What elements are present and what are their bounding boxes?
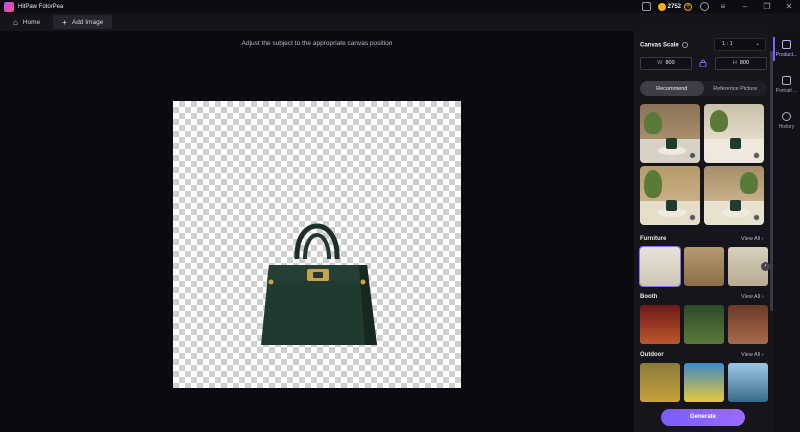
- tab-add-image-label: Add Image: [71, 18, 104, 26]
- outdoor-thumb-3[interactable]: [728, 363, 768, 402]
- recommend-thumb-2[interactable]: [704, 104, 764, 163]
- rail-item-history[interactable]: History: [773, 103, 800, 139]
- title-bar-right: 2752 + ≡ – ❐ ✕: [639, 0, 800, 13]
- coin-icon: [657, 2, 666, 11]
- rail-item-product[interactable]: Product...: [773, 31, 800, 67]
- recommend-thumb-3[interactable]: [640, 166, 700, 225]
- retry-icon[interactable]: [753, 214, 760, 221]
- coin-count: 2752: [667, 3, 681, 10]
- furniture-thumb-1[interactable]: [639, 246, 681, 287]
- rail-item-portrait[interactable]: Portrait ...: [773, 67, 800, 103]
- right-rail: Product... Portrait ... History: [773, 31, 800, 432]
- height-value: 800: [739, 60, 750, 66]
- scroll-right-arrow[interactable]: ›: [761, 262, 770, 271]
- tab-reference-picture[interactable]: Reference Picture: [704, 81, 768, 96]
- booth-thumb-2[interactable]: [684, 305, 724, 344]
- retry-icon[interactable]: [689, 152, 696, 159]
- chevron-right-icon: ›: [761, 352, 764, 358]
- app-name: HitPaw FotorPea: [18, 3, 64, 10]
- menu-icon[interactable]: ≡: [712, 0, 734, 13]
- outdoor-view-all-link[interactable]: View All ›: [741, 352, 764, 358]
- width-field[interactable]: W 800: [640, 57, 692, 70]
- tab-bar: ⌂ Home + Add Image: [0, 13, 800, 31]
- section-booth-title: Booth: [640, 294, 658, 300]
- app-logo-icon: [4, 1, 14, 12]
- chevron-right-icon: ›: [761, 294, 764, 300]
- chevron-down-icon: ⌄: [754, 41, 760, 47]
- tab-recommend[interactable]: Recommend: [640, 81, 704, 96]
- tab-add-image[interactable]: + Add Image: [53, 15, 113, 29]
- retry-icon[interactable]: [753, 152, 760, 159]
- info-icon[interactable]: [681, 42, 688, 48]
- furniture-view-all-link[interactable]: View All ›: [741, 236, 764, 242]
- plus-icon: +: [62, 17, 67, 27]
- width-value: 800: [665, 60, 675, 66]
- furniture-thumb-2[interactable]: [684, 247, 724, 286]
- section-furniture-title: Furniture: [640, 236, 667, 242]
- view-all-label: View All: [741, 236, 761, 242]
- portrait-icon: [782, 76, 791, 85]
- maximize-button[interactable]: ❐: [756, 0, 778, 13]
- view-all-label: View All: [741, 294, 761, 300]
- account-icon[interactable]: [700, 2, 709, 11]
- canvas-hint: Adjust the subject to the appropriate ca…: [241, 40, 393, 47]
- height-label: H: [732, 60, 737, 66]
- recommend-thumb-4[interactable]: [704, 166, 764, 225]
- close-button[interactable]: ✕: [778, 0, 800, 13]
- add-coins-icon[interactable]: +: [684, 2, 692, 11]
- tab-home[interactable]: ⌂ Home: [4, 15, 49, 29]
- rail-product-label: Product...: [775, 52, 798, 58]
- canvas-area: Adjust the subject to the appropriate ca…: [0, 31, 634, 432]
- rail-history-label: History: [778, 124, 795, 130]
- section-outdoor-title: Outdoor: [640, 352, 664, 358]
- retry-icon[interactable]: [689, 214, 696, 221]
- view-all-label: View All: [741, 352, 761, 358]
- tab-home-label: Home: [22, 18, 41, 26]
- outdoor-thumb-1[interactable]: [640, 363, 680, 402]
- lock-icon[interactable]: [699, 59, 707, 67]
- width-label: W: [657, 60, 663, 66]
- minimize-button[interactable]: –: [734, 0, 756, 13]
- mode-segmented-control: Recommend Reference Picture: [640, 81, 767, 96]
- booth-thumb-1[interactable]: [640, 305, 680, 344]
- booth-thumb-3[interactable]: [728, 305, 768, 344]
- generate-button[interactable]: Generate: [661, 409, 745, 426]
- booth-view-all-link[interactable]: View All ›: [741, 294, 764, 300]
- canvas-scale-label: Canvas Scale: [640, 42, 688, 49]
- height-field[interactable]: H 800: [715, 57, 767, 70]
- gift-icon[interactable]: [641, 2, 651, 11]
- recommend-thumb-1[interactable]: [640, 104, 700, 163]
- handbag-subject[interactable]: [255, 207, 381, 347]
- bag-icon: [782, 40, 791, 49]
- chevron-right-icon: ›: [761, 236, 764, 242]
- ratio-value: 1 : 1: [722, 41, 733, 47]
- canvas-scale-text: Canvas Scale: [640, 42, 679, 49]
- title-bar: HitPaw FotorPea 2752 + ≡ – ❐ ✕: [0, 0, 800, 13]
- transparent-canvas[interactable]: [173, 101, 461, 388]
- outdoor-thumb-2[interactable]: [684, 363, 724, 402]
- ratio-select[interactable]: 1 : 1 ⌄: [714, 38, 766, 51]
- home-icon: ⌂: [13, 17, 18, 27]
- clock-icon: [782, 112, 791, 121]
- rail-portrait-label: Portrait ...: [775, 88, 798, 94]
